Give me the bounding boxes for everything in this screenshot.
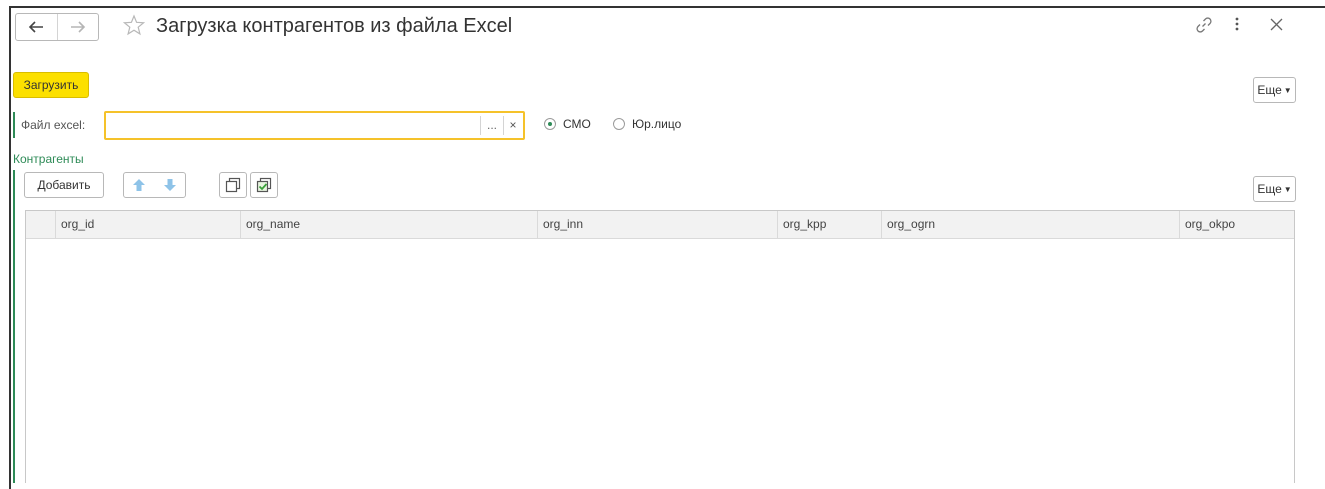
radio-checked-icon [544,118,556,130]
select-all-button[interactable] [250,172,278,198]
arrow-right-icon [70,21,85,33]
table-more-button-label: Еще [1257,182,1282,196]
group-marker [13,170,15,483]
forward-button[interactable] [56,14,99,40]
column-header-org-okpo[interactable]: org_okpo [1180,211,1294,238]
counterparties-table[interactable]: org_id org_name org_inn org_kpp org_ogrn… [25,210,1295,483]
file-field-label: Файл excel: [21,118,86,132]
row-marker-column-header [26,211,56,238]
arrow-left-icon [29,21,44,33]
field-divider [480,116,481,135]
clear-field-button[interactable]: × [506,115,520,135]
move-down-button[interactable] [155,173,186,197]
table-more-button[interactable]: Еще ▼ [1253,176,1296,202]
column-header-org-id[interactable]: org_id [56,211,241,238]
move-up-button[interactable] [124,173,155,197]
close-icon[interactable] [1270,18,1283,36]
more-button-label: Еще [1257,83,1282,97]
radio-unchecked-icon [613,118,625,130]
copy-button[interactable] [219,172,247,198]
column-header-org-ogrn[interactable]: org_ogrn [882,211,1180,238]
counterparties-group-title: Контрагенты [13,152,84,166]
file-input[interactable]: ... × [104,111,525,140]
check-all-icon [256,177,272,193]
radio-legal-entity-label: Юр.лицо [632,117,682,131]
back-button[interactable] [16,14,57,40]
radio-smo[interactable]: СМО [544,117,591,131]
column-header-org-name[interactable]: org_name [241,211,538,238]
copy-icon [225,177,241,193]
radio-smo-label: СМО [563,117,591,131]
column-header-org-kpp[interactable]: org_kpp [778,211,882,238]
choose-file-button[interactable]: ... [483,115,501,135]
field-divider [503,116,504,135]
page-title: Загрузка контрагентов из файла Excel [156,15,513,37]
add-button[interactable]: Добавить [24,172,104,198]
caret-down-icon: ▼ [1283,184,1292,194]
field-marker [13,112,15,138]
navigation-group [15,13,99,41]
radio-legal-entity[interactable]: Юр.лицо [613,117,681,131]
favorite-star-icon[interactable] [122,14,146,41]
arrow-down-icon [163,179,176,191]
arrow-up-icon [133,179,146,191]
link-icon[interactable] [1195,16,1213,39]
more-actions-icon[interactable] [1234,16,1240,37]
caret-down-icon: ▼ [1283,85,1292,95]
load-button[interactable]: Загрузить [13,72,89,98]
table-header: org_id org_name org_inn org_kpp org_ogrn… [26,211,1294,239]
move-buttons-group [123,172,186,198]
column-header-org-inn[interactable]: org_inn [538,211,778,238]
more-button[interactable]: Еще ▼ [1253,77,1296,103]
